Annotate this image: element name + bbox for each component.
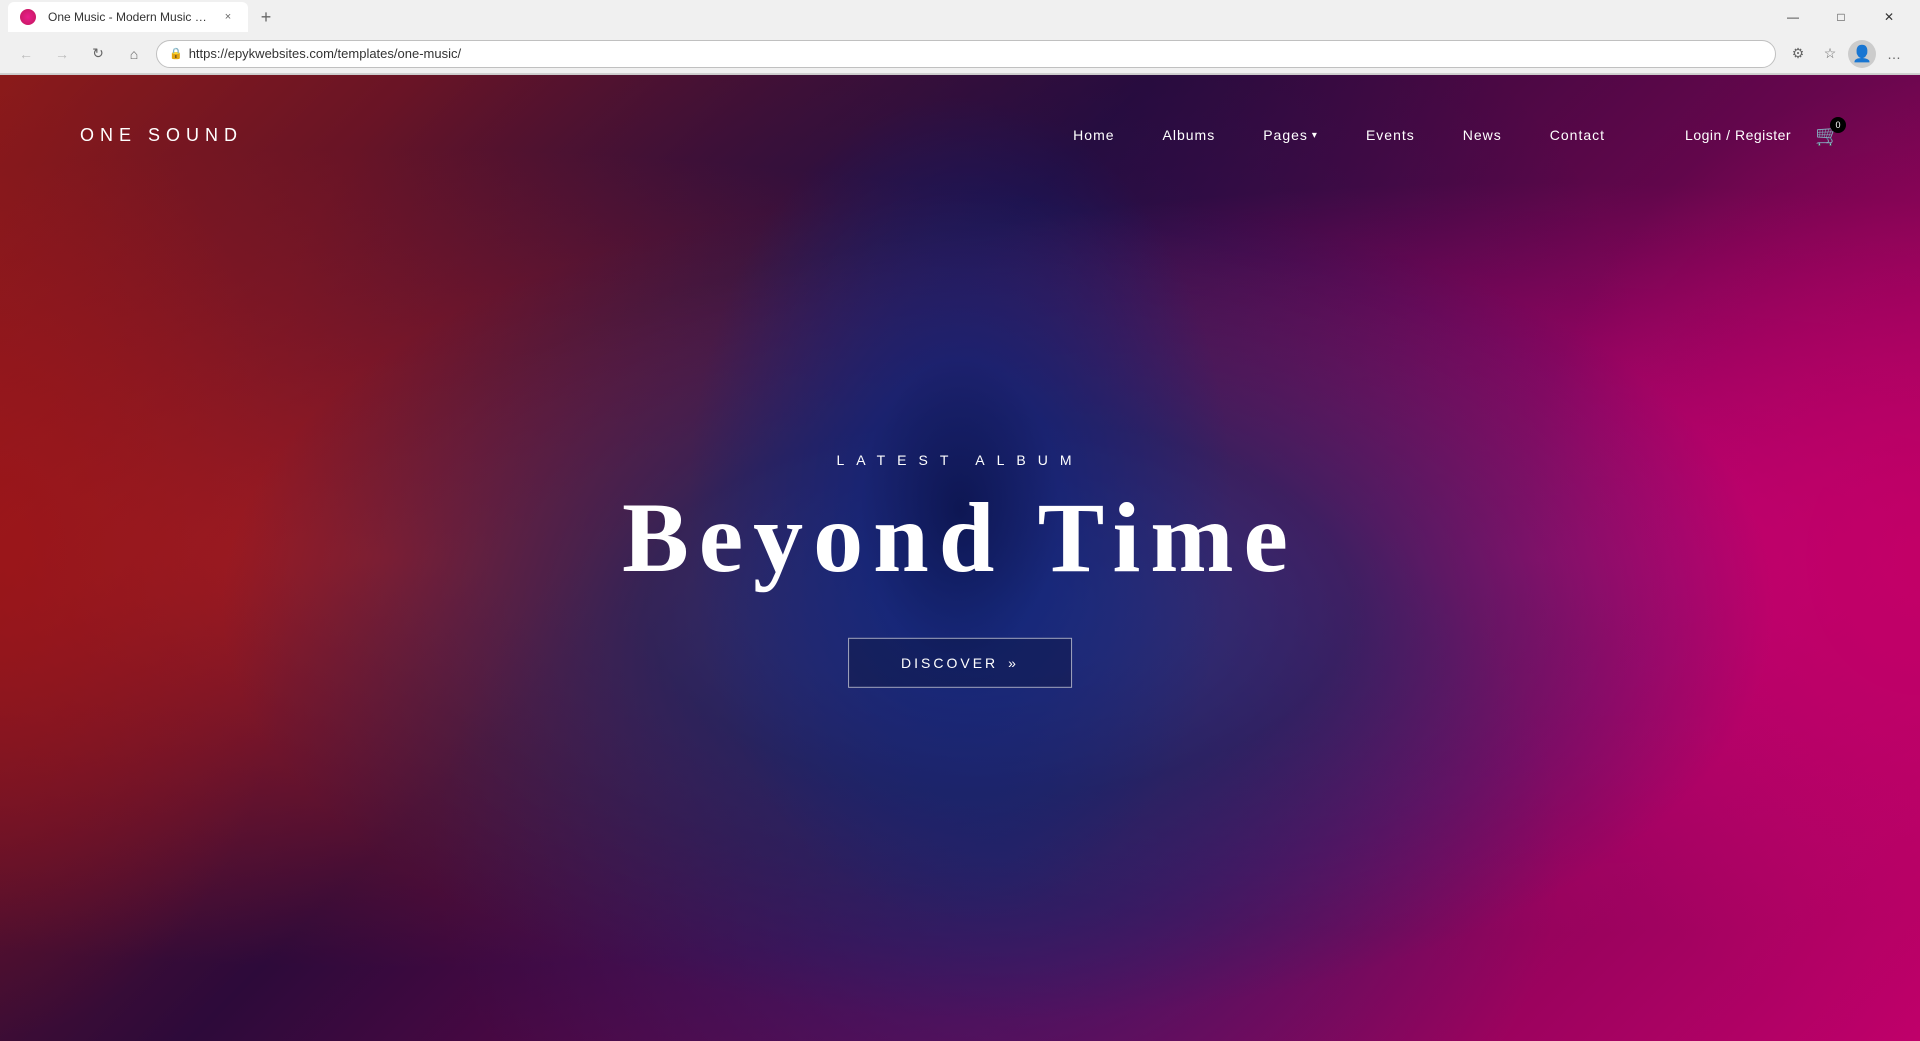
website-content: ONE SOUND Home Albums Pages ▾ Ev bbox=[0, 75, 1920, 1041]
star-icon: ☆ bbox=[1824, 45, 1837, 62]
nav-links: Home Albums Pages ▾ Events bbox=[1073, 127, 1605, 143]
browser-actions: ⚙ ☆ 👤 … bbox=[1784, 40, 1908, 68]
nav-link-news[interactable]: News bbox=[1463, 127, 1502, 143]
favorites-button[interactable]: ☆ bbox=[1816, 40, 1844, 68]
refresh-button[interactable]: ↻ bbox=[84, 40, 112, 68]
hero-subtitle: LATEST ALBUM bbox=[622, 452, 1298, 468]
user-icon: 👤 bbox=[1852, 44, 1872, 64]
new-tab-button[interactable]: + bbox=[252, 3, 280, 31]
discover-button[interactable]: Discover » bbox=[848, 638, 1072, 688]
forward-button[interactable]: → bbox=[48, 40, 76, 68]
nav-link-home[interactable]: Home bbox=[1073, 127, 1114, 143]
chevrons-right-icon: » bbox=[1008, 655, 1019, 671]
hero-content: LATEST ALBUM Beyond Time Discover » bbox=[622, 452, 1298, 688]
cart-badge: 0 bbox=[1830, 117, 1846, 133]
chevron-down-icon: ▾ bbox=[1312, 130, 1318, 141]
menu-button[interactable]: … bbox=[1880, 40, 1908, 68]
nav-link-pages[interactable]: Pages ▾ bbox=[1263, 127, 1318, 143]
window-close-button[interactable]: ✕ bbox=[1866, 0, 1912, 34]
tab-close-button[interactable]: × bbox=[220, 9, 236, 25]
ellipsis-icon: … bbox=[1887, 46, 1901, 62]
browser-toolbar: ← → ↻ ⌂ 🔒 https://epykwebsites.com/templ… bbox=[0, 34, 1920, 74]
nav-link-contact[interactable]: Contact bbox=[1550, 127, 1605, 143]
site-logo[interactable]: ONE SOUND bbox=[80, 125, 243, 146]
profile-button[interactable]: 👤 bbox=[1848, 40, 1876, 68]
lock-icon: 🔒 bbox=[169, 47, 183, 60]
nav-right: Login / Register 🛒 0 bbox=[1685, 123, 1840, 148]
navbar: ONE SOUND Home Albums Pages ▾ Ev bbox=[0, 75, 1920, 195]
discover-label: Discover bbox=[901, 655, 998, 671]
extensions-icon: ⚙ bbox=[1792, 45, 1805, 62]
browser-chrome: One Music - Modern Music HTM × + — □ ✕ ←… bbox=[0, 0, 1920, 75]
window-minimize-button[interactable]: — bbox=[1770, 0, 1816, 34]
home-button[interactable]: ⌂ bbox=[120, 40, 148, 68]
window-maximize-button[interactable]: □ bbox=[1818, 0, 1864, 34]
browser-tab[interactable]: One Music - Modern Music HTM × bbox=[8, 2, 248, 32]
nav-link-albums[interactable]: Albums bbox=[1163, 127, 1216, 143]
nav-link-events[interactable]: Events bbox=[1366, 127, 1415, 143]
extensions-button[interactable]: ⚙ bbox=[1784, 40, 1812, 68]
address-bar[interactable]: 🔒 https://epykwebsites.com/templates/one… bbox=[156, 40, 1776, 68]
browser-titlebar: One Music - Modern Music HTM × + — □ ✕ bbox=[0, 0, 1920, 34]
browser-favicon bbox=[20, 9, 36, 25]
address-text: https://epykwebsites.com/templates/one-m… bbox=[189, 46, 461, 61]
back-button[interactable]: ← bbox=[12, 40, 40, 68]
hero-title: Beyond Time bbox=[622, 488, 1298, 588]
cart-button[interactable]: 🛒 0 bbox=[1815, 123, 1840, 148]
login-register-link[interactable]: Login / Register bbox=[1685, 127, 1791, 143]
browser-tab-title: One Music - Modern Music HTM bbox=[48, 10, 212, 24]
window-controls: — □ ✕ bbox=[1770, 0, 1912, 34]
